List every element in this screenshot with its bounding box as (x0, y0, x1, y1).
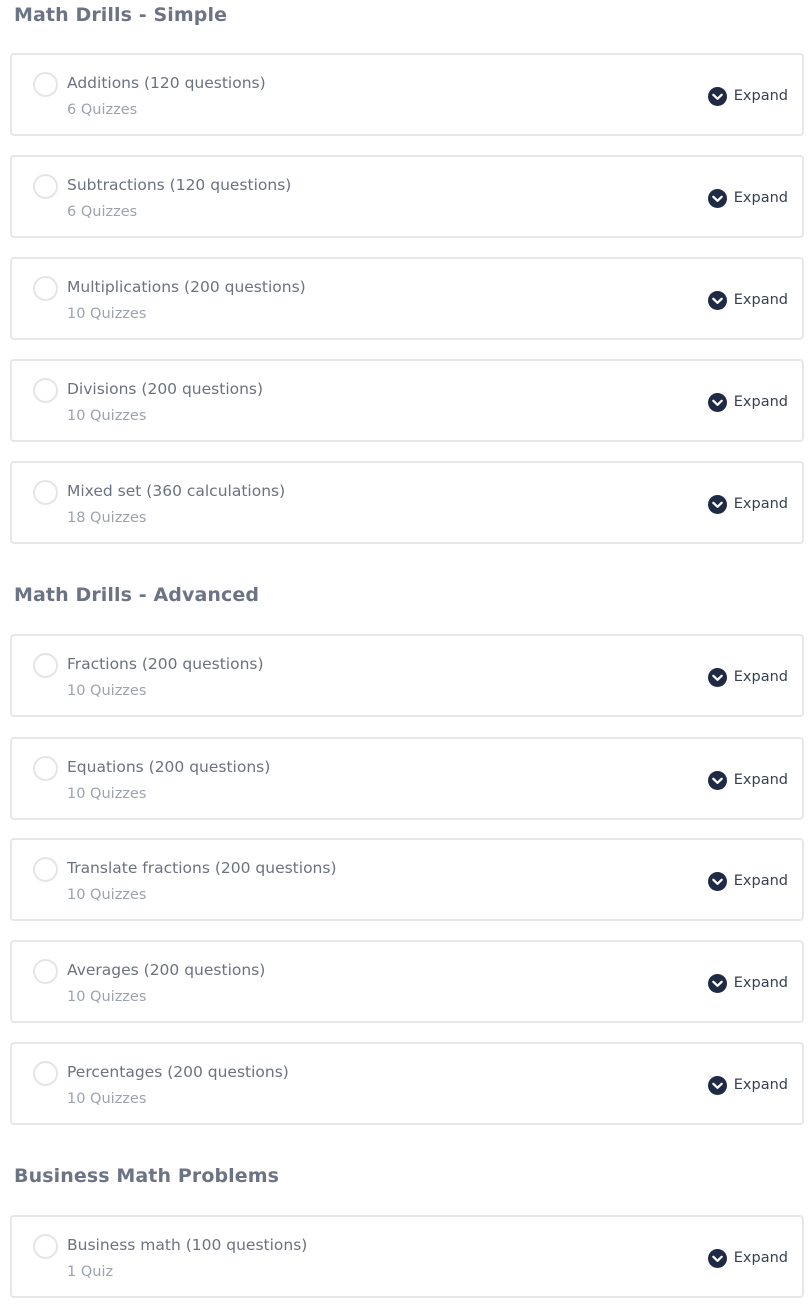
course-item-quiz-count: 10 Quizzes (67, 1091, 147, 1107)
section-title-advanced: Math Drills - Advanced (14, 584, 260, 606)
expand-button[interactable]: Expand (707, 972, 788, 994)
chevron-down-circle-icon (707, 494, 727, 514)
course-item-quiz-count: 10 Quizzes (67, 989, 147, 1005)
course-item-title: Mixed set (360 calculations) (67, 482, 286, 500)
course-item-quiz-count: 6 Quizzes (67, 102, 138, 118)
course-item-percentages[interactable]: Percentages (200 questions) 10 Quizzes E… (10, 1042, 804, 1125)
radio-circle-icon[interactable] (33, 1061, 58, 1086)
expand-button[interactable]: Expand (707, 85, 788, 107)
course-item-title: Additions (120 questions) (67, 74, 266, 92)
course-item-divisions[interactable]: Divisions (200 questions) 10 Quizzes Exp… (10, 359, 804, 442)
expand-label: Expand (733, 1250, 788, 1266)
course-item-translate-fractions[interactable]: Translate fractions (200 questions) 10 Q… (10, 838, 804, 921)
chevron-down-circle-icon (707, 871, 727, 891)
course-item-title: Business math (100 questions) (67, 1236, 308, 1254)
chevron-down-circle-icon (707, 392, 727, 412)
expand-button[interactable]: Expand (707, 666, 788, 688)
section-title-business: Business Math Problems (14, 1165, 280, 1187)
course-item-quiz-count: 10 Quizzes (67, 786, 147, 802)
expand-label: Expand (733, 873, 788, 889)
course-item-additions[interactable]: Additions (120 questions) 6 Quizzes Expa… (10, 53, 804, 136)
course-item-mixed-set[interactable]: Mixed set (360 calculations) 18 Quizzes … (10, 461, 804, 544)
chevron-down-circle-icon (707, 1075, 727, 1095)
course-item-equations[interactable]: Equations (200 questions) 10 Quizzes Exp… (10, 737, 804, 820)
course-item-quiz-count: 10 Quizzes (67, 408, 147, 424)
radio-circle-icon[interactable] (33, 480, 58, 505)
chevron-down-circle-icon (707, 1248, 727, 1268)
expand-button[interactable]: Expand (707, 1247, 788, 1269)
radio-circle-icon[interactable] (33, 959, 58, 984)
course-item-fractions[interactable]: Fractions (200 questions) 10 Quizzes Exp… (10, 634, 804, 717)
expand-label: Expand (733, 394, 788, 410)
expand-label: Expand (733, 772, 788, 788)
chevron-down-circle-icon (707, 667, 727, 687)
course-item-quiz-count: 10 Quizzes (67, 683, 147, 699)
course-item-title: Percentages (200 questions) (67, 1063, 289, 1081)
course-item-title: Equations (200 questions) (67, 758, 271, 776)
course-item-title: Subtractions (120 questions) (67, 176, 292, 194)
chevron-down-circle-icon (707, 86, 727, 106)
expand-button[interactable]: Expand (707, 769, 788, 791)
chevron-down-circle-icon (707, 188, 727, 208)
radio-circle-icon[interactable] (33, 756, 58, 781)
chevron-down-circle-icon (707, 973, 727, 993)
expand-label: Expand (733, 496, 788, 512)
radio-circle-icon[interactable] (33, 174, 58, 199)
course-item-quiz-count: 1 Quiz (67, 1264, 114, 1280)
expand-label: Expand (733, 669, 788, 685)
course-item-title: Translate fractions (200 questions) (67, 859, 337, 877)
radio-circle-icon[interactable] (33, 72, 58, 97)
course-item-quiz-count: 10 Quizzes (67, 306, 147, 322)
expand-label: Expand (733, 292, 788, 308)
course-item-title: Averages (200 questions) (67, 961, 266, 979)
course-item-title: Divisions (200 questions) (67, 380, 264, 398)
radio-circle-icon[interactable] (33, 378, 58, 403)
expand-button[interactable]: Expand (707, 1074, 788, 1096)
course-item-averages[interactable]: Averages (200 questions) 10 Quizzes Expa… (10, 940, 804, 1023)
expand-label: Expand (733, 190, 788, 206)
expand-label: Expand (733, 1077, 788, 1093)
section-title-simple: Math Drills - Simple (14, 4, 228, 26)
expand-label: Expand (733, 88, 788, 104)
course-item-quiz-count: 18 Quizzes (67, 510, 147, 526)
radio-circle-icon[interactable] (33, 857, 58, 882)
expand-button[interactable]: Expand (707, 870, 788, 892)
radio-circle-icon[interactable] (33, 1234, 58, 1259)
chevron-down-circle-icon (707, 290, 727, 310)
expand-button[interactable]: Expand (707, 289, 788, 311)
course-item-subtractions[interactable]: Subtractions (120 questions) 6 Quizzes E… (10, 155, 804, 238)
radio-circle-icon[interactable] (33, 653, 58, 678)
course-item-title: Multiplications (200 questions) (67, 278, 306, 296)
course-item-title: Fractions (200 questions) (67, 655, 264, 673)
expand-button[interactable]: Expand (707, 187, 788, 209)
course-item-business-math[interactable]: Business math (100 questions) 1 Quiz Exp… (10, 1215, 804, 1298)
course-item-quiz-count: 6 Quizzes (67, 204, 138, 220)
expand-button[interactable]: Expand (707, 493, 788, 515)
chevron-down-circle-icon (707, 770, 727, 790)
expand-label: Expand (733, 975, 788, 991)
expand-button[interactable]: Expand (707, 391, 788, 413)
course-item-multiplications[interactable]: Multiplications (200 questions) 10 Quizz… (10, 257, 804, 340)
course-item-quiz-count: 10 Quizzes (67, 887, 147, 903)
radio-circle-icon[interactable] (33, 276, 58, 301)
